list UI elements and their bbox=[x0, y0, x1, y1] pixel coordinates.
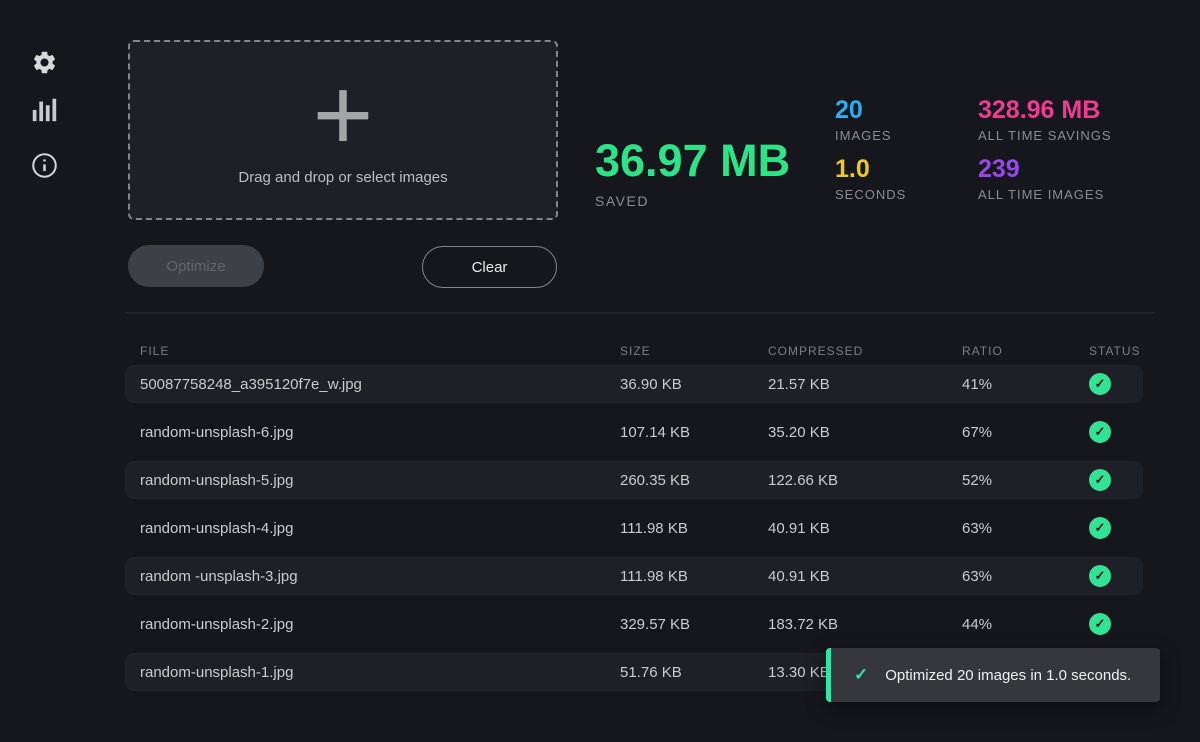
success-check-icon: ✓ bbox=[1089, 565, 1111, 587]
file-compressed: 35.20 KB bbox=[768, 424, 962, 441]
table-row: random-unsplash-5.jpg 260.35 KB 122.66 K… bbox=[125, 461, 1143, 499]
sidebar-item-info[interactable] bbox=[28, 149, 60, 181]
status-cell: ✓ bbox=[1083, 421, 1143, 443]
file-size: 36.90 KB bbox=[620, 376, 768, 393]
table-row: random-unsplash-4.jpg 111.98 KB 40.91 KB… bbox=[125, 509, 1143, 547]
table-row: random-unsplash-2.jpg 329.57 KB 183.72 K… bbox=[125, 605, 1143, 643]
stat-column-session: 20 IMAGES 1.0 SECONDS bbox=[835, 96, 906, 214]
file-compressed: 40.91 KB bbox=[768, 520, 962, 537]
stat-column-alltime: 328.96 MB ALL TIME SAVINGS 239 ALL TIME … bbox=[978, 96, 1112, 214]
plus-icon: + bbox=[313, 75, 374, 159]
stat-saved: 36.97 MB SAVED bbox=[595, 138, 790, 209]
table-row: 50087758248_a395120f7e_w.jpg 36.90 KB 21… bbox=[125, 365, 1143, 403]
file-compressed: 21.57 KB bbox=[768, 376, 962, 393]
images-value: 20 bbox=[835, 96, 906, 125]
table-body: 50087758248_a395120f7e_w.jpg 36.90 KB 21… bbox=[125, 365, 1143, 691]
success-check-icon: ✓ bbox=[1089, 373, 1111, 395]
success-check-icon: ✓ bbox=[1089, 469, 1111, 491]
file-ratio: 52% bbox=[962, 472, 1083, 489]
toast-notification: ✓ Optimized 20 images in 1.0 seconds. bbox=[826, 648, 1160, 702]
seconds-value: 1.0 bbox=[835, 155, 906, 184]
sidebar-item-statistics[interactable] bbox=[28, 93, 60, 125]
file-compressed: 183.72 KB bbox=[768, 616, 962, 633]
header-size: SIZE bbox=[620, 344, 768, 358]
sidebar-item-settings[interactable] bbox=[28, 46, 60, 78]
file-ratio: 63% bbox=[962, 520, 1083, 537]
header-file: FILE bbox=[140, 344, 620, 358]
status-cell: ✓ bbox=[1083, 373, 1143, 395]
info-icon bbox=[31, 152, 58, 179]
file-size: 260.35 KB bbox=[620, 472, 768, 489]
toast-message: Optimized 20 images in 1.0 seconds. bbox=[885, 667, 1131, 684]
alltime-savings-value: 328.96 MB bbox=[978, 96, 1112, 125]
dropzone[interactable]: + Drag and drop or select images bbox=[128, 40, 558, 220]
saved-value: 36.97 MB bbox=[595, 138, 790, 183]
optimize-button[interactable]: Optimize bbox=[128, 245, 264, 287]
file-name: random-unsplash-5.jpg bbox=[140, 472, 620, 489]
file-name: random-unsplash-2.jpg bbox=[140, 616, 620, 633]
file-size: 51.76 KB bbox=[620, 664, 768, 681]
header-status: STATUS bbox=[1083, 344, 1143, 358]
file-ratio: 67% bbox=[962, 424, 1083, 441]
alltime-savings-label: ALL TIME SAVINGS bbox=[978, 128, 1112, 143]
file-name: 50087758248_a395120f7e_w.jpg bbox=[140, 376, 620, 393]
file-size: 111.98 KB bbox=[620, 568, 768, 585]
bar-chart-icon bbox=[29, 94, 59, 124]
success-check-icon: ✓ bbox=[1089, 613, 1111, 635]
header-compressed: COMPRESSED bbox=[768, 344, 962, 358]
success-check-icon: ✓ bbox=[1089, 517, 1111, 539]
header-ratio: RATIO bbox=[962, 344, 1083, 358]
status-cell: ✓ bbox=[1083, 469, 1143, 491]
table-row: random-unsplash-6.jpg 107.14 KB 35.20 KB… bbox=[125, 413, 1143, 451]
images-label: IMAGES bbox=[835, 128, 906, 143]
file-ratio: 63% bbox=[962, 568, 1083, 585]
file-ratio: 44% bbox=[962, 616, 1083, 633]
saved-label: SAVED bbox=[595, 193, 790, 209]
section-divider bbox=[125, 312, 1155, 314]
file-compressed: 40.91 KB bbox=[768, 568, 962, 585]
file-name: random-unsplash-6.jpg bbox=[140, 424, 620, 441]
file-size: 107.14 KB bbox=[620, 424, 768, 441]
sidebar bbox=[0, 0, 90, 742]
check-icon: ✓ bbox=[854, 665, 868, 685]
status-cell: ✓ bbox=[1083, 613, 1143, 635]
status-cell: ✓ bbox=[1083, 517, 1143, 539]
file-name: random-unsplash-4.jpg bbox=[140, 520, 620, 537]
dropzone-label: Drag and drop or select images bbox=[238, 169, 447, 186]
alltime-images-label: ALL TIME IMAGES bbox=[978, 187, 1112, 202]
file-ratio: 41% bbox=[962, 376, 1083, 393]
file-compressed: 122.66 KB bbox=[768, 472, 962, 489]
table-row: random -unsplash-3.jpg 111.98 KB 40.91 K… bbox=[125, 557, 1143, 595]
alltime-images-value: 239 bbox=[978, 155, 1112, 184]
file-size: 111.98 KB bbox=[620, 520, 768, 537]
file-name: random-unsplash-1.jpg bbox=[140, 664, 620, 681]
file-size: 329.57 KB bbox=[620, 616, 768, 633]
clear-button[interactable]: Clear bbox=[422, 246, 557, 288]
status-cell: ✓ bbox=[1083, 565, 1143, 587]
table-header: FILE SIZE COMPRESSED RATIO STATUS bbox=[125, 336, 1143, 365]
success-check-icon: ✓ bbox=[1089, 421, 1111, 443]
files-table: FILE SIZE COMPRESSED RATIO STATUS 500877… bbox=[125, 336, 1143, 701]
gear-icon bbox=[31, 49, 58, 76]
seconds-label: SECONDS bbox=[835, 187, 906, 202]
file-name: random -unsplash-3.jpg bbox=[140, 568, 620, 585]
